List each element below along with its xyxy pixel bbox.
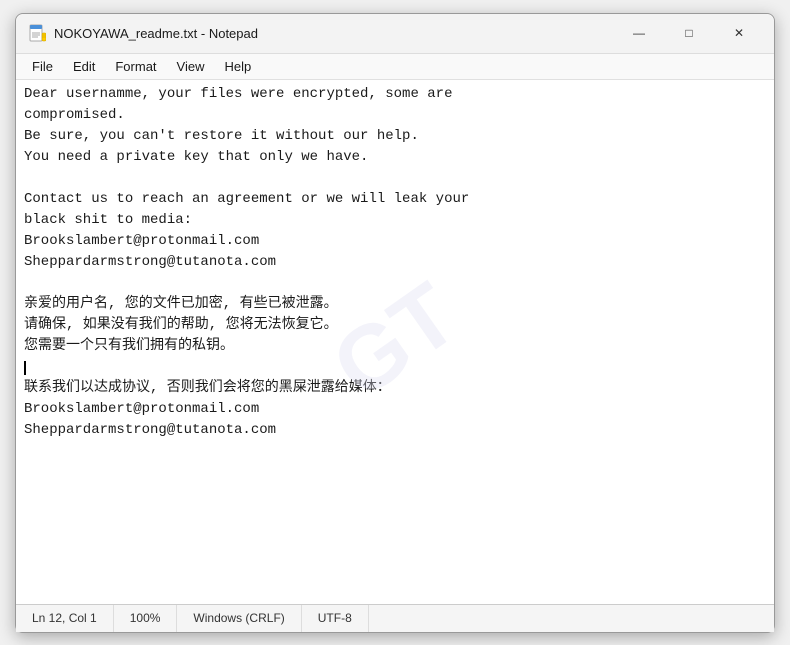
content-text2: 联系我们以达成协议, 否则我们会将您的黑屎泄露给媒体： Brookslamber… (24, 380, 391, 438)
editor-text[interactable]: Dear usernamme, your files were encrypte… (24, 84, 766, 441)
text-editor-area[interactable]: GT Dear usernamme, your files were encry… (16, 80, 774, 604)
minimize-button[interactable]: — (616, 18, 662, 48)
menu-help[interactable]: Help (216, 56, 259, 77)
menu-bar: File Edit Format View Help (16, 54, 774, 80)
zoom-level: 100% (114, 605, 178, 632)
line-ending: Windows (CRLF) (177, 605, 301, 632)
status-bar: Ln 12, Col 1 100% Windows (CRLF) UTF-8 (16, 604, 774, 632)
cursor-position: Ln 12, Col 1 (16, 605, 114, 632)
menu-file[interactable]: File (24, 56, 61, 77)
title-bar-left: NOKOYAWA_readme.txt - Notepad (28, 24, 258, 42)
notepad-icon (28, 24, 46, 42)
menu-edit[interactable]: Edit (65, 56, 103, 77)
encoding: UTF-8 (302, 605, 369, 632)
window-title: NOKOYAWA_readme.txt - Notepad (54, 26, 258, 41)
menu-view[interactable]: View (169, 56, 213, 77)
notepad-window: NOKOYAWA_readme.txt - Notepad — □ ✕ File… (15, 13, 775, 633)
menu-format[interactable]: Format (107, 56, 164, 77)
title-bar: NOKOYAWA_readme.txt - Notepad — □ ✕ (16, 14, 774, 54)
window-controls: — □ ✕ (616, 18, 762, 48)
close-button[interactable]: ✕ (716, 18, 762, 48)
content-text: Dear usernamme, your files were encrypte… (24, 86, 469, 354)
text-cursor (24, 361, 26, 375)
maximize-button[interactable]: □ (666, 18, 712, 48)
